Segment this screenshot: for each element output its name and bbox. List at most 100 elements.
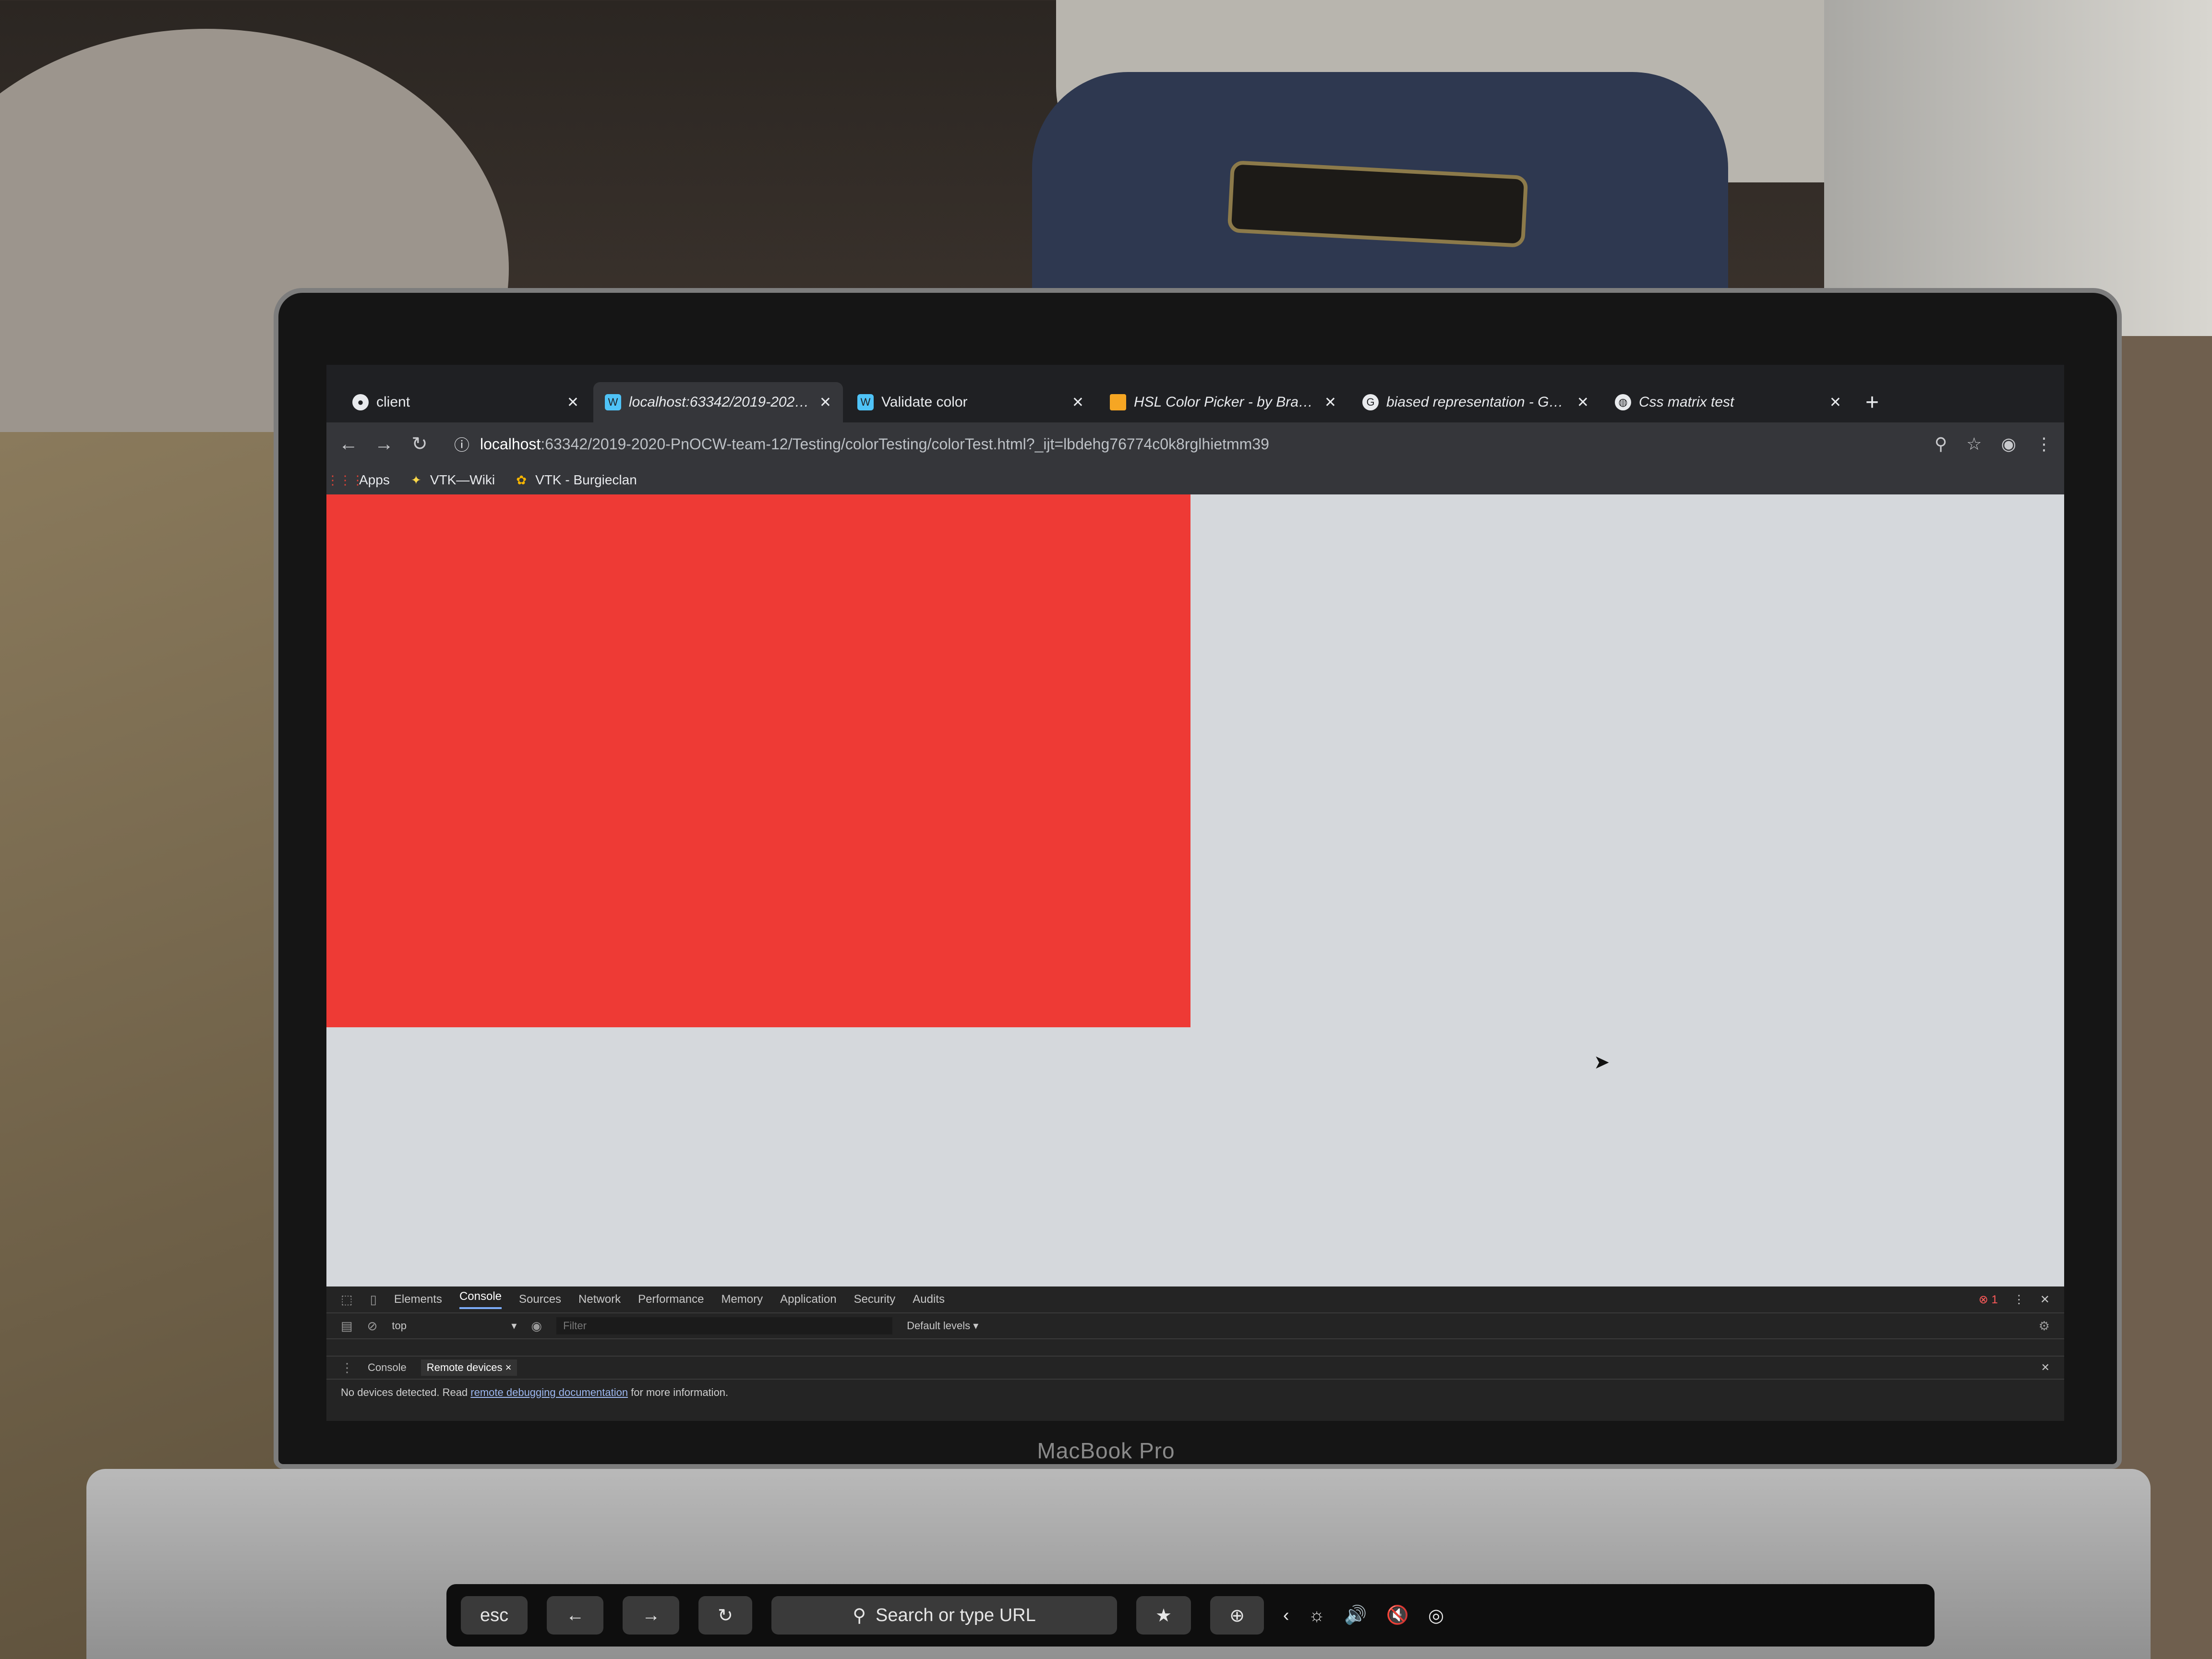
drawer-tabs: ⋮ Console Remote devices × ✕ [326,1356,2064,1380]
bookmark-apps[interactable]: ⋮⋮⋮ Apps [326,472,390,488]
profile-avatar[interactable]: ◉ [2001,434,2016,454]
devtools-tab-audits[interactable]: Audits [913,1293,945,1306]
webstorm-icon: W [857,394,874,410]
menu-kebab-icon[interactable]: ⋮ [2035,434,2053,454]
new-tab-icon[interactable]: ⊕ [1210,1596,1264,1635]
close-icon[interactable]: ✕ [567,394,579,411]
close-icon[interactable]: ✕ [1072,394,1084,411]
star-icon[interactable]: ☆ [1966,434,1982,454]
tab-hsl-color-picker[interactable]: HSL Color Picker - by Brandon I ✕ [1098,382,1348,422]
laptop-brand: MacBook Pro [1037,1438,1175,1463]
device-toolbar-icon[interactable]: ▯ [370,1292,377,1307]
star-icon[interactable]: ★ [1136,1596,1191,1635]
devtools-tab-application[interactable]: Application [780,1293,836,1306]
url-host: localhost [480,435,541,453]
color-test-box [326,494,1190,1027]
search-label: Search or type URL [876,1605,1036,1625]
zoom-icon[interactable]: ⚲ [1935,434,1947,454]
tab-localhost[interactable]: W localhost:63342/2019-2020-Pn ✕ [593,382,843,422]
devtools-tab-performance[interactable]: Performance [638,1293,704,1306]
close-icon[interactable]: × [505,1361,512,1373]
forward-icon[interactable]: → [373,433,395,455]
error-count-badge[interactable]: ⊗ 1 [1979,1293,1998,1307]
mute-icon[interactable]: 🔇 [1386,1605,1409,1626]
esc-key[interactable]: esc [461,1596,528,1635]
log-levels-dropdown[interactable]: Default levels ▾ [907,1320,978,1332]
bookmarks-bar: ⋮⋮⋮ Apps ✦ VTK—Wiki ✿ VTK - Burgieclan [326,466,2064,494]
devtools-tab-security[interactable]: Security [854,1293,896,1306]
context-selector[interactable]: top ▾ [392,1320,517,1332]
devtools-tab-elements[interactable]: Elements [394,1293,442,1306]
devtools-tab-network[interactable]: Network [578,1293,621,1306]
vtk-icon: ✦ [410,472,421,487]
console-filter-bar: ▤ ⊘ top ▾ ◉ Filter Default levels ▾ ⚙ [326,1313,2064,1339]
close-icon[interactable]: ✕ [1577,394,1589,411]
error-count: 1 [1991,1293,1998,1306]
devtools-menu-icon[interactable]: ⋮ [2013,1293,2025,1307]
touch-bar: esc ← → ↻ ⚲ Search or type URL ★ ⊕ ‹ ☼ 🔊… [446,1584,1935,1647]
drawer-menu-icon[interactable]: ⋮ [341,1360,353,1375]
tab-title: Css matrix test [1639,394,1734,410]
browser-toolbar: ← → ↻ ⓘ localhost:63342/2019-2020-PnOCW-… [326,422,2064,466]
close-drawer-icon[interactable]: ✕ [2041,1361,2050,1374]
devtools-tabs: ⬚ ▯ Elements Console Sources Network Per… [326,1286,2064,1313]
inspect-element-icon[interactable]: ⬚ [341,1292,353,1307]
close-icon[interactable]: ✕ [1324,394,1336,411]
mouse-cursor-icon: ➤ [1594,1052,1610,1073]
drawer-tab-remote-devices[interactable]: Remote devices × [421,1359,517,1376]
devtools-tab-sources[interactable]: Sources [519,1293,561,1306]
back-icon[interactable]: ← [547,1596,604,1635]
drawer-tab-console[interactable]: Console [368,1361,407,1374]
reload-icon[interactable]: ↻ [409,433,430,455]
github-icon: ● [352,394,369,410]
tab-strip: ● client ✕ W localhost:63342/2019-2020-P… [326,365,2064,422]
close-icon[interactable]: ✕ [819,394,831,411]
browser-window: ● client ✕ W localhost:63342/2019-2020-P… [326,365,2064,1421]
tab-google-search[interactable]: G biased representation - Google ✕ [1351,382,1600,422]
tab-title: biased representation - Google [1386,394,1569,410]
live-expression-eye-icon[interactable]: ◉ [531,1319,542,1334]
bookmark-label: VTK—Wiki [430,472,495,487]
close-icon[interactable]: ✕ [2040,1293,2050,1307]
chevron-down-icon: ▾ [511,1320,517,1332]
tab-validate-color[interactable]: W Validate color ✕ [846,382,1095,422]
tab-title: Validate color [881,394,968,410]
tab-title: HSL Color Picker - by Brandon I [1134,394,1317,410]
siri-icon[interactable]: ◎ [1428,1605,1444,1626]
tab-title: client [376,394,410,410]
volume-icon[interactable]: 🔊 [1344,1605,1367,1626]
tab-css-matrix-test[interactable]: ◍ Css matrix test ✕ [1603,382,1853,422]
new-tab-icon[interactable]: + [1865,382,1879,422]
reload-icon[interactable]: ↻ [698,1596,752,1635]
bookmark-vtk-wiki[interactable]: ✦ VTK—Wiki [409,472,495,488]
info-icon[interactable]: ⓘ [454,433,469,455]
close-icon[interactable]: ✕ [1829,394,1841,411]
back-icon[interactable]: ← [338,433,359,455]
drawer-tab-label: Remote devices [426,1361,503,1373]
sidebar-toggle-icon[interactable]: ▤ [341,1319,353,1334]
devtools-tab-memory[interactable]: Memory [721,1293,763,1306]
message-text: for more information. [628,1386,729,1398]
context-value: top [392,1320,407,1332]
burgieclan-icon: ✿ [516,472,527,487]
docs-link[interactable]: remote debugging documentation [470,1386,628,1398]
gear-icon[interactable]: ⚙ [2039,1319,2050,1334]
devtools-tab-console[interactable]: Console [459,1290,502,1309]
message-text: No devices detected. Read [341,1386,471,1398]
devtools-panel: ⬚ ▯ Elements Console Sources Network Per… [326,1286,2064,1421]
webstorm-icon: W [605,394,621,410]
bookmark-burgieclan[interactable]: ✿ VTK - Burgieclan [514,472,637,488]
brightness-icon[interactable]: ☼ [1309,1605,1325,1626]
clear-console-icon[interactable]: ⊘ [367,1319,378,1334]
forward-icon[interactable]: → [623,1596,680,1635]
tab-client[interactable]: ● client ✕ [341,382,590,422]
bookmark-label: VTK - Burgieclan [535,472,637,487]
tab-title: localhost:63342/2019-2020-Pn [629,394,812,410]
globe-icon: ◍ [1615,394,1631,410]
console-filter-input[interactable]: Filter [556,1317,893,1334]
address-bar[interactable]: ⓘ localhost:63342/2019-2020-PnOCW-team-1… [445,429,1920,459]
chevron-left-icon[interactable]: ‹ [1283,1605,1289,1626]
touchbar-search[interactable]: ⚲ Search or type URL [771,1596,1117,1635]
search-icon: ⚲ [853,1605,866,1626]
google-icon: G [1362,394,1379,410]
